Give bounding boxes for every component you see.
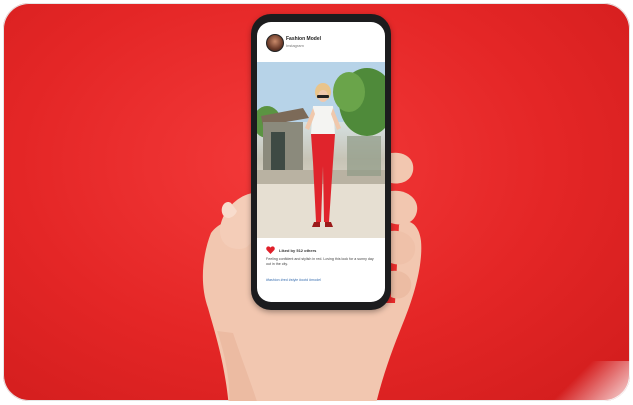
avatar[interactable]: [266, 34, 284, 52]
post-hashtags[interactable]: #fashion #red #style #ootd #model: [266, 278, 378, 283]
phone-screen: Fashion Model Instagram Liked by 512 oth…: [257, 22, 385, 302]
post-photo-scene: [257, 62, 385, 238]
heart-icon[interactable]: [266, 246, 275, 254]
post-photo[interactable]: [257, 62, 385, 238]
post-actions: Liked by 512 others: [266, 246, 316, 254]
smartphone: Fashion Model Instagram Liked by 512 oth…: [251, 14, 391, 310]
photo-frame: Fashion Model Instagram Liked by 512 oth…: [3, 3, 630, 401]
post-username[interactable]: Fashion Model: [286, 36, 321, 42]
post-location: Instagram: [286, 43, 304, 48]
post-header: Fashion Model Instagram: [257, 22, 385, 62]
likes-count[interactable]: Liked by 512 others: [279, 248, 316, 253]
post-caption: Feeling confident and stylish in red. Lo…: [266, 257, 374, 266]
corner-fade: [540, 361, 630, 401]
